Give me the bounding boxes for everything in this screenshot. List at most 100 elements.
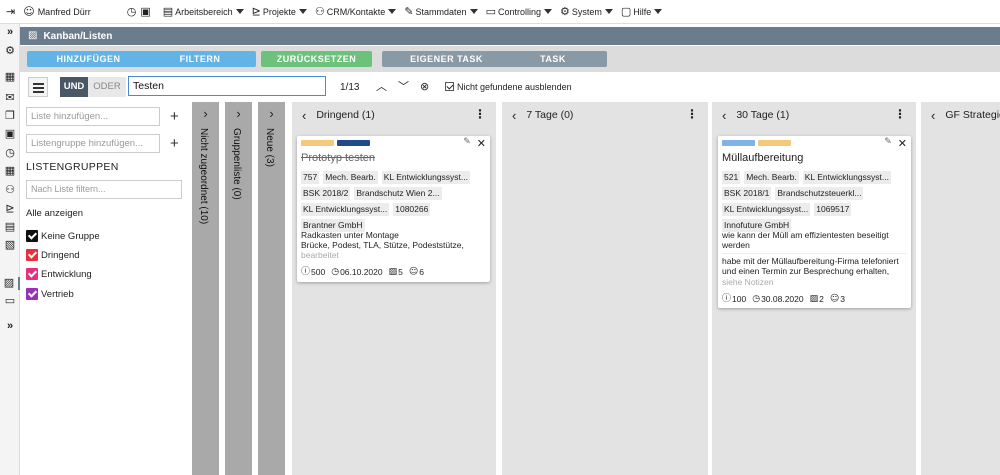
settings-list-icon[interactable]: ⚙ bbox=[0, 45, 20, 58]
user-menu[interactable]: ☺ Manfred Dürr bbox=[19, 0, 94, 24]
task-button[interactable]: TASK bbox=[499, 51, 607, 67]
add-list-group-input[interactable]: Listengruppe hinzufügen... bbox=[26, 134, 160, 153]
collapsed-column-neue[interactable]: › Neue (3) bbox=[258, 102, 285, 475]
lane-menu-icon[interactable]: ⋮ bbox=[894, 108, 906, 120]
lane-title: Dringend (1) bbox=[316, 109, 375, 121]
chevron-down-icon bbox=[604, 9, 613, 14]
add-group-plus-icon[interactable]: + bbox=[170, 136, 179, 151]
collapse-lane-icon[interactable]: ‹ bbox=[512, 108, 516, 123]
or-toggle[interactable]: ODER bbox=[88, 77, 126, 97]
group-item-dringend[interactable]: Dringend bbox=[26, 249, 80, 261]
previous-match-button[interactable]: ︿ bbox=[376, 79, 387, 93]
add-list-input[interactable]: Liste hinzufügen... bbox=[26, 107, 160, 126]
timer-button[interactable]: ◷ bbox=[123, 0, 141, 24]
card-title[interactable]: Müllaufbereitung bbox=[722, 152, 803, 164]
lane-menu-icon[interactable]: ⋮ bbox=[474, 108, 486, 120]
card-note: siehe Notizen bbox=[722, 277, 774, 287]
menu-controlling[interactable]: ▭ Controlling bbox=[482, 0, 556, 24]
clipboard-icon: ▨ bbox=[809, 293, 819, 304]
filter-lists-input[interactable]: Nach Liste filtern... bbox=[26, 180, 182, 199]
expand-rail-icon[interactable]: » bbox=[0, 26, 20, 39]
logout-button[interactable]: ⇥ bbox=[0, 0, 19, 24]
copy-icon[interactable]: ❐ bbox=[0, 110, 20, 123]
chevron-right-icon[interactable]: › bbox=[258, 106, 285, 121]
color-bar bbox=[758, 140, 791, 146]
menu-projekte[interactable]: ⊵ Projekte bbox=[248, 0, 311, 24]
lane-menu-icon[interactable]: ⋮ bbox=[686, 108, 698, 120]
gear-icon: ⚙ bbox=[560, 5, 570, 18]
group-label: Dringend bbox=[41, 249, 80, 261]
group-checkbox[interactable] bbox=[26, 230, 38, 242]
kanban-clipboard-icon[interactable]: ▨ bbox=[0, 277, 20, 290]
search-input[interactable]: Testen bbox=[128, 76, 326, 96]
hide-unfound-label: Nicht gefundene ausblenden bbox=[457, 82, 572, 92]
tag: 521 bbox=[722, 171, 741, 184]
list-groups-heading: LISTENGRUPPEN bbox=[26, 161, 119, 173]
card-title[interactable]: Prototyp testen bbox=[301, 152, 375, 164]
collapse-lane-icon[interactable]: ‹ bbox=[722, 108, 726, 123]
collapsed-column-nicht-zugeordnet[interactable]: › Nicht zugeordnet (10) bbox=[192, 102, 219, 475]
reset-button[interactable]: ZURÜCKSETZEN bbox=[261, 51, 372, 67]
calendar-icon[interactable]: ▦ bbox=[0, 71, 20, 84]
card-users: 3 bbox=[840, 294, 845, 304]
close-icon[interactable]: ✕ bbox=[898, 138, 907, 149]
filter-button[interactable]: FILTERN bbox=[144, 51, 256, 67]
window-icon[interactable]: ▤ bbox=[0, 221, 20, 234]
more-icon[interactable]: » bbox=[0, 320, 20, 333]
group-checkbox[interactable] bbox=[26, 288, 38, 300]
show-all-link[interactable]: Alle anzeigen bbox=[26, 208, 83, 219]
menu-toggle-button[interactable] bbox=[28, 77, 48, 97]
card-tasks: 5 bbox=[398, 267, 403, 277]
group-checkbox[interactable] bbox=[26, 268, 38, 280]
clipboard-icon[interactable]: ▧ bbox=[0, 239, 20, 252]
chevron-down-icon bbox=[469, 9, 478, 14]
group-item-vertrieb[interactable]: Vertrieb bbox=[26, 288, 74, 300]
lane-gf-strategie: ‹ GF Strategie bbox=[921, 102, 1000, 475]
info-icon: ⓘ bbox=[301, 266, 311, 277]
menu-hilfe[interactable]: ▢ Hilfe bbox=[617, 0, 666, 24]
menu-crm[interactable]: ⚇ CRM/Kontakte bbox=[311, 0, 400, 24]
mail-icon[interactable]: ✉ bbox=[0, 92, 20, 105]
presentation-icon[interactable]: ▭ bbox=[0, 295, 20, 308]
clear-search-button[interactable]: ⊗ bbox=[420, 79, 429, 93]
lane-title: 30 Tage (1) bbox=[736, 109, 790, 121]
kanban-card[interactable]: ✎ ✕ Prototyp testen 757 Mech. Bearb. KL … bbox=[297, 136, 490, 282]
close-icon[interactable]: ✕ bbox=[477, 138, 486, 149]
edit-icon[interactable]: ✎ bbox=[463, 138, 471, 149]
collapsed-column-gruppenliste[interactable]: › Gruppenliste (0) bbox=[225, 102, 252, 475]
edit-icon[interactable]: ✎ bbox=[884, 138, 892, 149]
card-toolbar: ✎ ✕ bbox=[878, 138, 907, 150]
clock-icon: ◷ bbox=[331, 266, 340, 277]
logout-icon: ⇥ bbox=[6, 5, 16, 18]
pencil-icon: ✎ bbox=[404, 5, 414, 18]
group-item-entwicklung[interactable]: Entwicklung bbox=[26, 268, 92, 280]
group-checkbox[interactable] bbox=[26, 249, 38, 261]
own-task-button[interactable]: EIGENER TASK bbox=[382, 51, 511, 67]
add-button[interactable]: HINZUFÜGEN bbox=[27, 51, 150, 67]
windows-button[interactable]: ▣ bbox=[140, 0, 154, 24]
chart-icon[interactable]: ⊵ bbox=[0, 203, 20, 216]
add-list-plus-icon[interactable]: + bbox=[170, 109, 179, 124]
tag: 1080266 bbox=[393, 203, 431, 216]
chart-icon: ⊵ bbox=[251, 5, 261, 18]
chevron-right-icon[interactable]: › bbox=[192, 106, 219, 121]
menu-system[interactable]: ⚙ System bbox=[556, 0, 617, 24]
group-item-keine-gruppe[interactable]: Keine Gruppe bbox=[26, 230, 100, 242]
calendar-check-icon[interactable]: ▣ bbox=[0, 128, 20, 141]
people-icon[interactable]: ⚇ bbox=[0, 184, 20, 197]
card-color-bars bbox=[722, 140, 794, 146]
chevron-right-icon[interactable]: › bbox=[225, 106, 252, 121]
and-toggle[interactable]: UND bbox=[60, 77, 88, 97]
menu-stammdaten[interactable]: ✎ Stammdaten bbox=[400, 0, 481, 24]
menu-arbeitsbereich[interactable]: ▤ Arbeitsbereich bbox=[159, 0, 248, 24]
card-toolbar: ✎ ✕ bbox=[457, 138, 486, 150]
hide-unfound-checkbox[interactable] bbox=[445, 82, 454, 91]
collapse-lane-icon[interactable]: ‹ bbox=[302, 108, 306, 123]
user-icon: ☺ bbox=[23, 5, 35, 18]
grid-icon[interactable]: ▦ bbox=[0, 165, 20, 178]
collapse-lane-icon[interactable]: ‹ bbox=[931, 108, 935, 123]
clock-icon[interactable]: ◷ bbox=[0, 147, 20, 160]
kanban-card[interactable]: ✎ ✕ Müllaufbereitung 521 Mech. Bearb. KL… bbox=[718, 136, 911, 308]
next-match-button[interactable]: ﹀ bbox=[398, 79, 409, 93]
collapsed-column-title: Neue (3) bbox=[264, 128, 275, 167]
